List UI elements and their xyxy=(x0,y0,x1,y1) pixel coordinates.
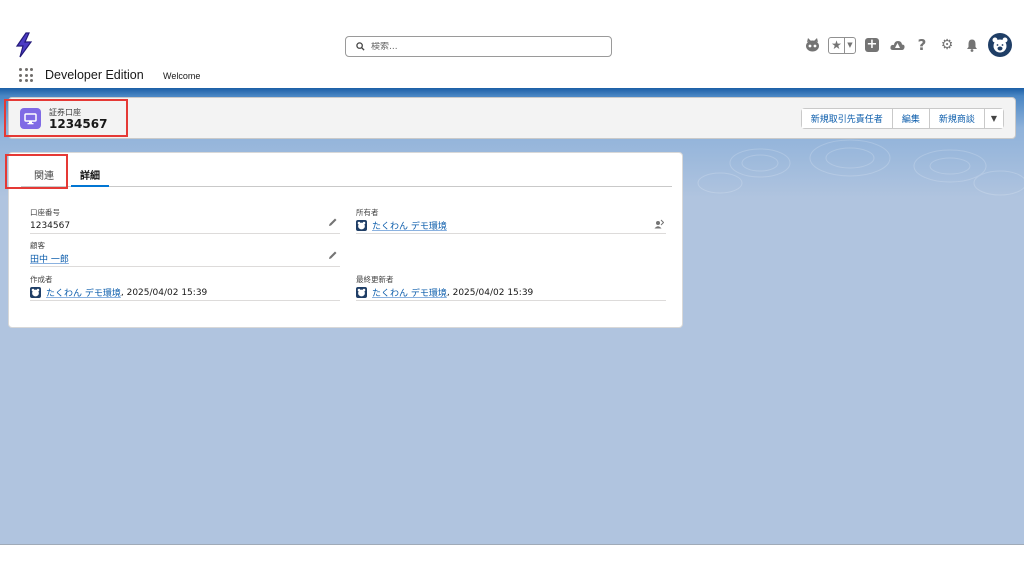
more-actions-chevron-down-icon[interactable]: ▼ xyxy=(984,109,1003,128)
tab-details[interactable]: 詳細 xyxy=(71,161,109,187)
field-label: 最終更新者 xyxy=(356,275,394,284)
notifications-bell-icon[interactable] xyxy=(963,36,981,54)
record-tabs: 関連 詳細 xyxy=(21,161,672,187)
global-actions-add-icon[interactable]: + xyxy=(863,36,881,54)
field-account-number: 口座番号 1234567 xyxy=(30,207,340,234)
field-created-by: 作成者 たくわん デモ環境 , 2025/04/02 15:39 xyxy=(30,274,340,301)
search-icon xyxy=(356,42,365,51)
field-customer: 顧客 田中 一郎 xyxy=(30,240,340,267)
favorites-star-icon[interactable]: ★ xyxy=(829,37,845,53)
favorites-group: ★ ▼ xyxy=(828,36,856,54)
favorites-chevron-down-icon[interactable]: ▼ xyxy=(845,38,855,53)
trailhead-cloud-icon[interactable] xyxy=(888,36,906,54)
user-avatar-icon xyxy=(30,287,41,298)
bottom-strip xyxy=(0,544,1024,576)
created-by-link[interactable]: たくわん デモ環境 xyxy=(46,286,121,299)
last-modified-by-link[interactable]: たくわん デモ環境 xyxy=(372,286,447,299)
created-timestamp: , 2025/04/02 15:39 xyxy=(120,287,208,298)
user-avatar-icon xyxy=(356,287,367,298)
edit-pencil-icon[interactable] xyxy=(328,217,338,227)
field-value: 1234567 xyxy=(30,220,71,231)
lightning-logo-icon[interactable] xyxy=(14,32,34,58)
search-input[interactable] xyxy=(371,41,591,52)
field-label: 作成者 xyxy=(30,275,53,284)
last-modified-timestamp: , 2025/04/02 15:39 xyxy=(446,287,534,298)
field-label: 顧客 xyxy=(30,241,45,250)
user-avatar-icon xyxy=(356,220,367,231)
new-opportunity-button[interactable]: 新規商談 xyxy=(929,109,985,128)
record-highlights-header: 証券口座 1234567 新規取引先責任者 編集 新規商談 ▼ xyxy=(8,97,1016,139)
field-value: たくわん デモ環境 xyxy=(356,218,666,233)
owner-link[interactable]: たくわん デモ環境 xyxy=(372,219,447,232)
field-value: 田中 一郎 xyxy=(30,251,340,266)
app-launcher-icon[interactable] xyxy=(19,68,33,82)
global-search[interactable] xyxy=(345,36,612,57)
customer-link[interactable]: 田中 一郎 xyxy=(30,252,69,265)
user-avatar[interactable] xyxy=(988,33,1012,57)
einstein-icon[interactable] xyxy=(803,36,821,54)
app-name: Developer Edition xyxy=(45,68,144,82)
field-label: 所有者 xyxy=(356,208,379,217)
field-label: 口座番号 xyxy=(30,208,60,217)
help-icon[interactable]: ? xyxy=(913,36,931,54)
new-contact-button[interactable]: 新規取引先責任者 xyxy=(801,109,893,128)
setup-gear-icon[interactable]: ⚙ xyxy=(938,36,956,54)
nav-item-welcome[interactable]: Welcome xyxy=(163,71,200,81)
field-value: たくわん デモ環境 , 2025/04/02 15:39 xyxy=(356,285,666,300)
global-header: ★ ▼ + ? ⚙ Developer Edition Welcome xyxy=(0,0,1024,88)
field-owner: 所有者 たくわん デモ環境 xyxy=(356,207,666,234)
record-detail-card: 関連 詳細 口座番号 1234567 所有者 たくわん デモ環境 顧客 田中 一… xyxy=(8,152,683,328)
change-owner-icon[interactable] xyxy=(654,219,664,229)
field-last-modified-by: 最終更新者 たくわん デモ環境 , 2025/04/02 15:39 xyxy=(356,274,666,301)
edit-button[interactable]: 編集 xyxy=(892,109,930,128)
field-value: たくわん デモ環境 , 2025/04/02 15:39 xyxy=(30,285,340,300)
edit-pencil-icon[interactable] xyxy=(328,250,338,260)
header-utility-icons: ★ ▼ + ? ⚙ xyxy=(803,33,1012,57)
record-title-highlight-box xyxy=(4,99,128,137)
related-tab-highlight-box xyxy=(5,154,68,189)
record-action-buttons: 新規取引先責任者 編集 新規商談 ▼ xyxy=(800,108,1004,129)
